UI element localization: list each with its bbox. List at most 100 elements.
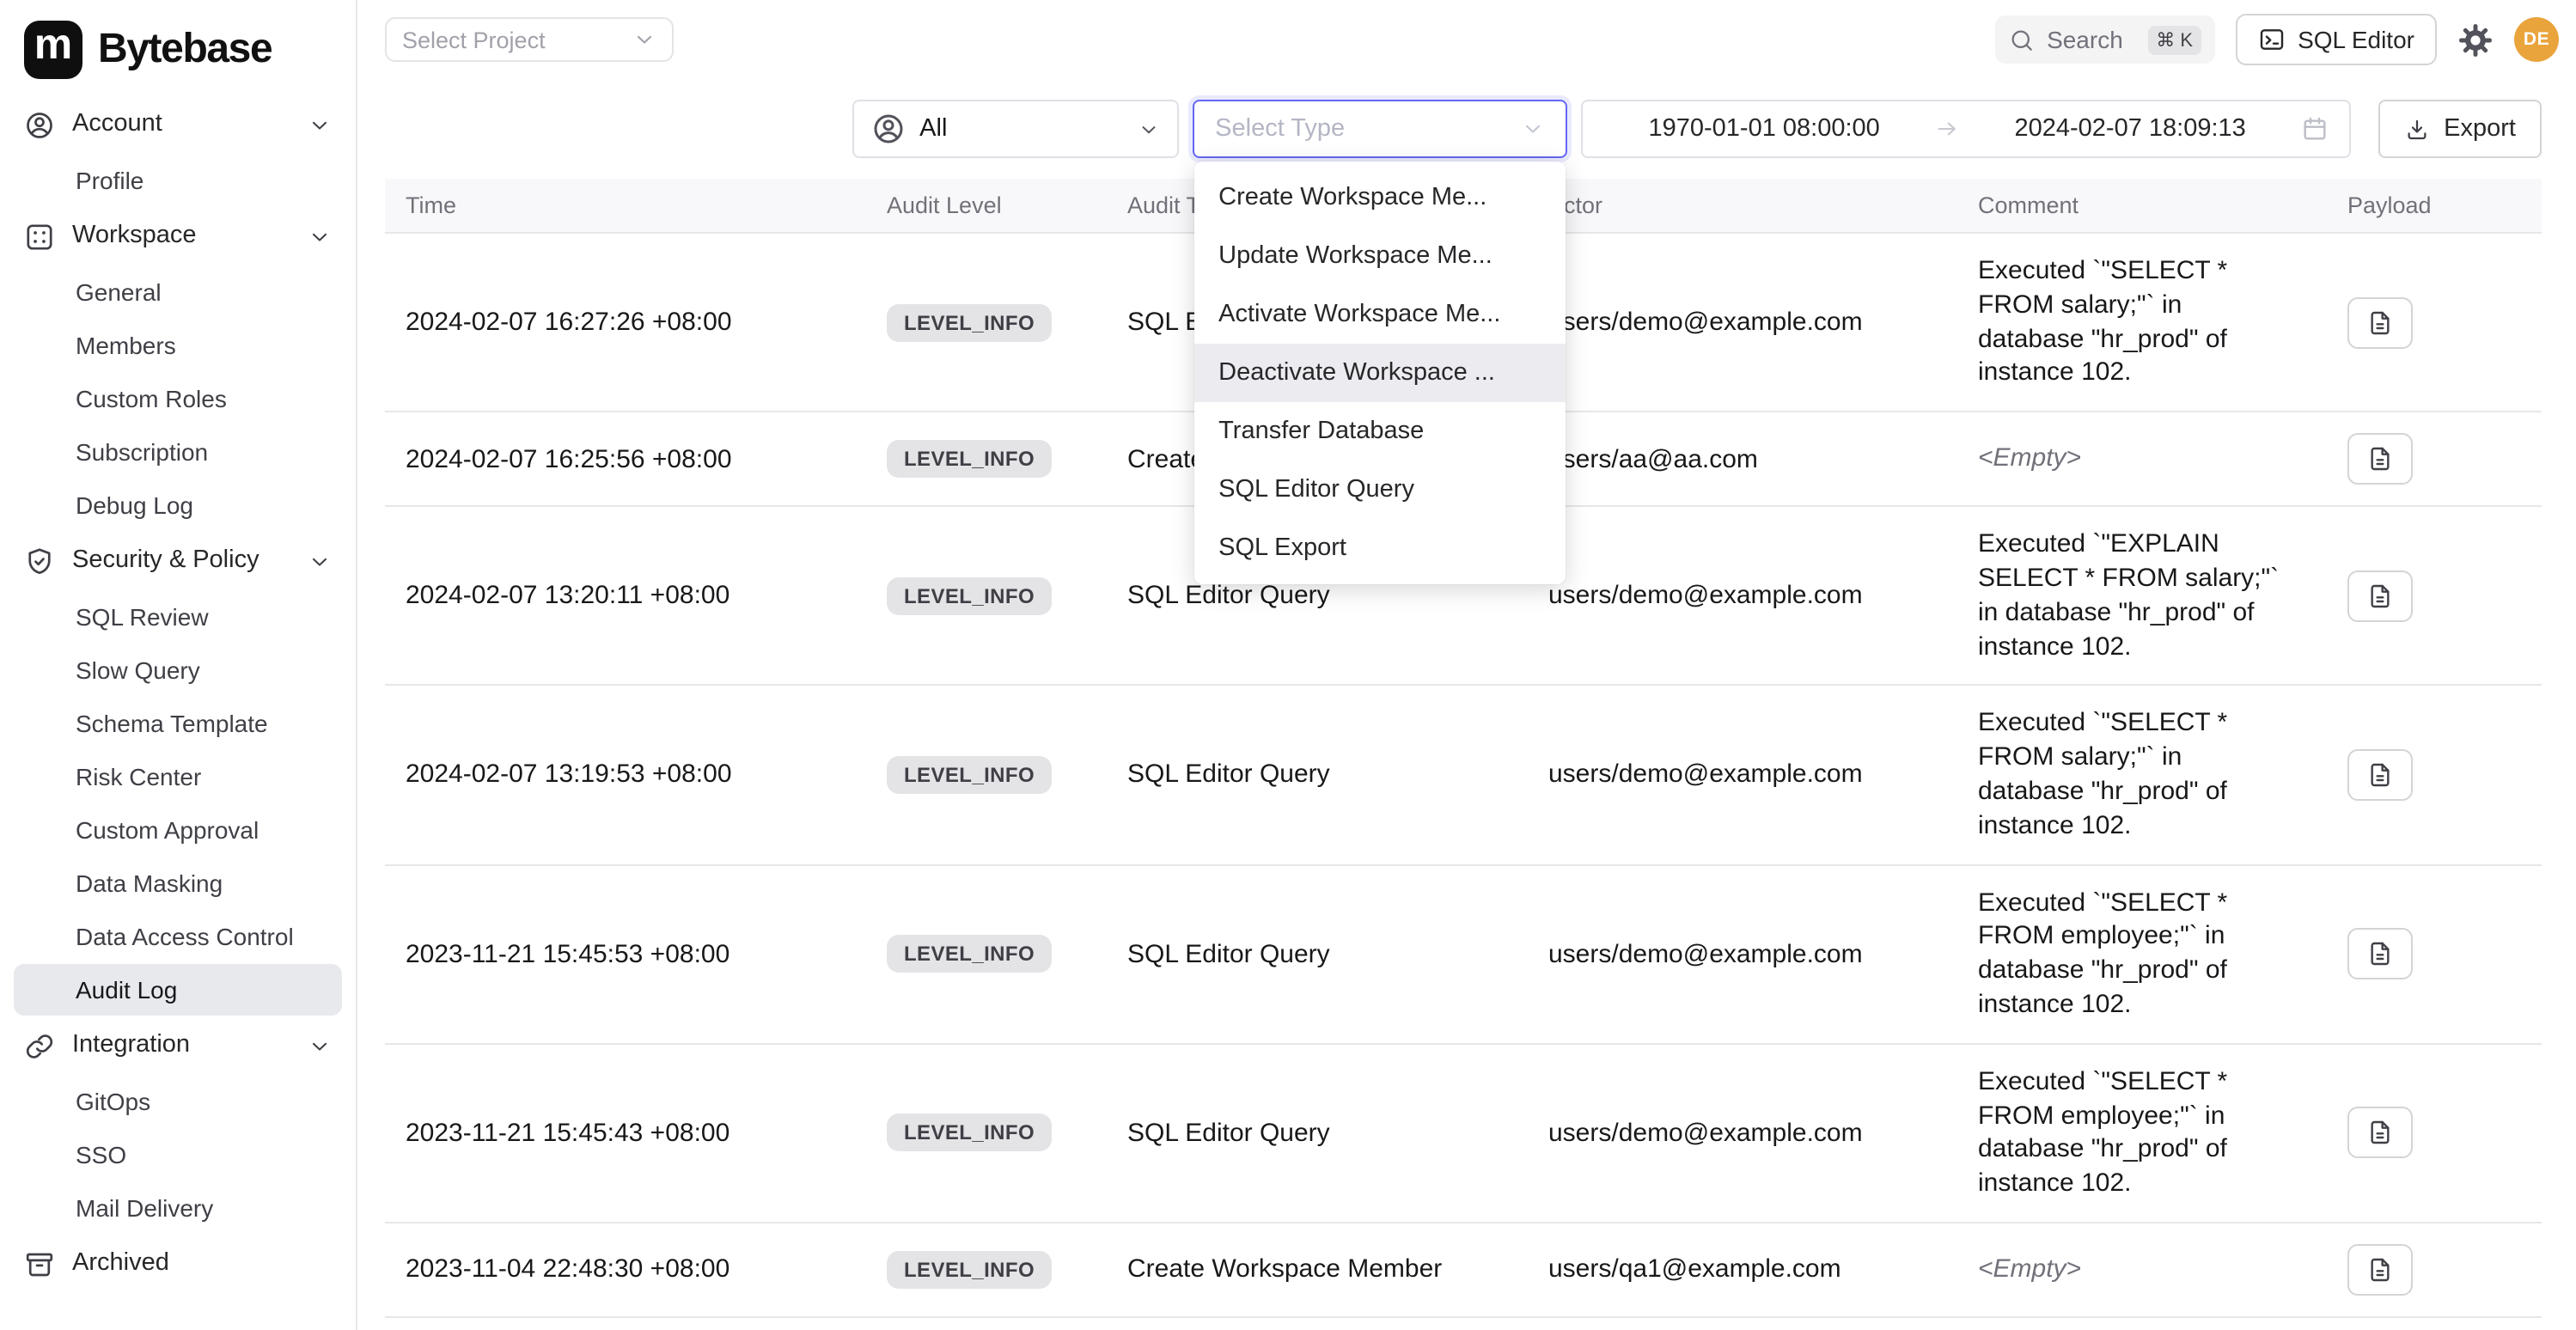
cell-actor: users/demo@example.com <box>1528 233 1957 412</box>
sidebar-item-audit-log[interactable]: Audit Log <box>14 964 342 1016</box>
user-circle-icon <box>871 112 906 146</box>
sql-editor-label: SQL Editor <box>2298 26 2414 53</box>
sidebar-section-account[interactable]: Account <box>0 96 356 153</box>
sidebar-item-general[interactable]: General <box>14 266 342 318</box>
payload-button[interactable] <box>2347 296 2413 348</box>
audit-level-badge: LEVEL_INFO <box>887 935 1052 973</box>
payload-button[interactable] <box>2347 749 2413 801</box>
cell-time: 2024-02-07 16:27:26 +08:00 <box>385 233 866 412</box>
sidebar-nav: AccountProfileWorkspaceGeneralMembersCus… <box>0 96 356 1292</box>
export-button[interactable]: Export <box>2378 100 2542 158</box>
chevron-down-icon <box>632 27 656 52</box>
column-header-time: Time <box>385 179 866 233</box>
type-option-transfer-database[interactable]: Transfer Database <box>1194 402 1566 461</box>
search-input[interactable]: Search ⌘ K <box>1995 15 2215 64</box>
audit-level-badge: LEVEL_INFO <box>887 303 1052 341</box>
sidebar-section-integration[interactable]: Integration <box>0 1017 356 1074</box>
cell-audit-level: LEVEL_INFO <box>866 412 1107 506</box>
sidebar-item-data-masking[interactable]: Data Masking <box>14 857 342 909</box>
actor-filter-select[interactable]: All <box>852 100 1179 158</box>
sidebar-section-security-policy[interactable]: Security & Policy <box>0 533 356 589</box>
settings-button[interactable] <box>2457 21 2494 58</box>
download-icon <box>2404 116 2430 142</box>
type-option-sql-editor-query[interactable]: SQL Editor Query <box>1194 461 1566 519</box>
comment-text: <Empty> <box>1978 1253 2284 1287</box>
cell-actor: users/demo@example.com <box>1528 686 1957 864</box>
column-header-comment: Comment <box>1957 179 2327 233</box>
sidebar-item-sql-review[interactable]: SQL Review <box>14 591 342 643</box>
audit-level-badge: LEVEL_INFO <box>887 756 1052 794</box>
search-shortcut-kbd: ⌘ K <box>2147 25 2201 54</box>
audit-level-badge: LEVEL_INFO <box>887 1251 1052 1289</box>
table-row: 2023-11-04 21:26:34 +08:00LEVEL_INFOSQL … <box>385 1317 2542 1330</box>
file-text-icon <box>2366 308 2394 336</box>
payload-button[interactable] <box>2347 433 2413 485</box>
cell-actor: users/demo@example.com <box>1528 506 1957 685</box>
cell-audit-type: Create Workspace Member <box>1107 1223 1528 1317</box>
section-chevron <box>308 1034 332 1058</box>
empty-comment-label: <Empty> <box>1978 1254 2081 1284</box>
sidebar-item-debug-log[interactable]: Debug Log <box>14 479 342 531</box>
sidebar-item-gitops[interactable]: GitOps <box>14 1076 342 1127</box>
bytebase-logo[interactable]: m Bytebase <box>0 10 356 96</box>
cell-payload <box>2327 686 2542 864</box>
avatar[interactable]: DE <box>2514 17 2559 62</box>
table-row: 2023-11-21 15:45:53 +08:00LEVEL_INFOSQL … <box>385 864 2542 1043</box>
sidebar-item-risk-center[interactable]: Risk Center <box>14 751 342 802</box>
sidebar-item-profile[interactable]: Profile <box>14 155 342 206</box>
sidebar-item-mail-delivery[interactable]: Mail Delivery <box>14 1182 342 1234</box>
sidebar-section-label: Account <box>72 108 162 141</box>
sidebar-section-archived[interactable]: Archived <box>0 1235 356 1292</box>
type-filter-select[interactable]: Select Type Create Workspace Me...Update… <box>1193 100 1567 158</box>
file-text-icon <box>2366 583 2394 610</box>
file-text-icon <box>2366 1256 2394 1284</box>
payload-button[interactable] <box>2347 928 2413 979</box>
file-text-icon <box>2366 940 2394 967</box>
sidebar-item-custom-approval[interactable]: Custom Approval <box>14 804 342 856</box>
cell-audit-type: SQL Editor Query <box>1107 1044 1528 1223</box>
type-option-update-workspace-me[interactable]: Update Workspace Me... <box>1194 227 1566 285</box>
audit-level-badge: LEVEL_INFO <box>887 1114 1052 1152</box>
cell-audit-type: SQL Editor Query <box>1107 864 1528 1043</box>
sidebar-item-sso[interactable]: SSO <box>14 1129 342 1181</box>
cell-payload <box>2327 1044 2542 1223</box>
payload-button[interactable] <box>2347 1107 2413 1159</box>
sidebar-item-subscription[interactable]: Subscription <box>14 426 342 478</box>
cell-time: 2023-11-04 21:26:34 +08:00 <box>385 1317 866 1330</box>
type-option-deactivate-workspace[interactable]: Deactivate Workspace ... <box>1194 344 1566 402</box>
cell-audit-level: LEVEL_INFO <box>866 686 1107 864</box>
cell-audit-level: LEVEL_INFO <box>866 864 1107 1043</box>
project-select[interactable]: Select Project <box>385 17 674 62</box>
section-chevron <box>308 549 332 573</box>
payload-button[interactable] <box>2347 570 2413 622</box>
chevron-down-icon <box>1521 117 1545 141</box>
type-option-create-workspace-me[interactable]: Create Workspace Me... <box>1194 168 1566 227</box>
cell-payload <box>2327 864 2542 1043</box>
cell-comment: Executed `"SELECT * FROM employee;"` in … <box>1957 864 2327 1043</box>
sql-editor-button[interactable]: SQL Editor <box>2236 14 2437 65</box>
file-text-icon <box>2366 761 2394 789</box>
sidebar-item-custom-roles[interactable]: Custom Roles <box>14 373 342 424</box>
type-option-sql-export[interactable]: SQL Export <box>1194 519 1566 577</box>
arrow-right-icon <box>1935 117 1959 141</box>
date-range-picker[interactable]: 1970-01-01 08:00:00 2024-02-07 18:09:13 <box>1581 100 2351 158</box>
sidebar-item-slow-query[interactable]: Slow Query <box>14 644 342 696</box>
table-row: 2024-02-07 13:19:53 +08:00LEVEL_INFOSQL … <box>385 686 2542 864</box>
cell-audit-type: SQL Editor Query <box>1107 686 1528 864</box>
type-dropdown-menu: Create Workspace Me...Update Workspace M… <box>1194 162 1566 584</box>
payload-button[interactable] <box>2347 1244 2413 1296</box>
link-icon <box>24 1030 55 1061</box>
sidebar-item-members[interactable]: Members <box>14 320 342 371</box>
type-filter-placeholder: Select Type <box>1215 115 1521 143</box>
sidebar-section-workspace[interactable]: Workspace <box>0 208 356 265</box>
sidebar-section-label: Archived <box>72 1248 169 1280</box>
audit-level-badge: LEVEL_INFO <box>887 577 1052 615</box>
sidebar-item-schema-template[interactable]: Schema Template <box>14 698 342 749</box>
sidebar: m Bytebase Account ProfileWorkspaceGenera… <box>0 0 357 1330</box>
sidebar-item-data-access-control[interactable]: Data Access Control <box>14 911 342 962</box>
column-header-audit-level: Audit Level <box>866 179 1107 233</box>
cell-audit-level: LEVEL_INFO <box>866 1044 1107 1223</box>
column-header-payload: Payload <box>2327 179 2542 233</box>
chevron-down-icon <box>1138 118 1160 140</box>
type-option-activate-workspace-me[interactable]: Activate Workspace Me... <box>1194 285 1566 344</box>
